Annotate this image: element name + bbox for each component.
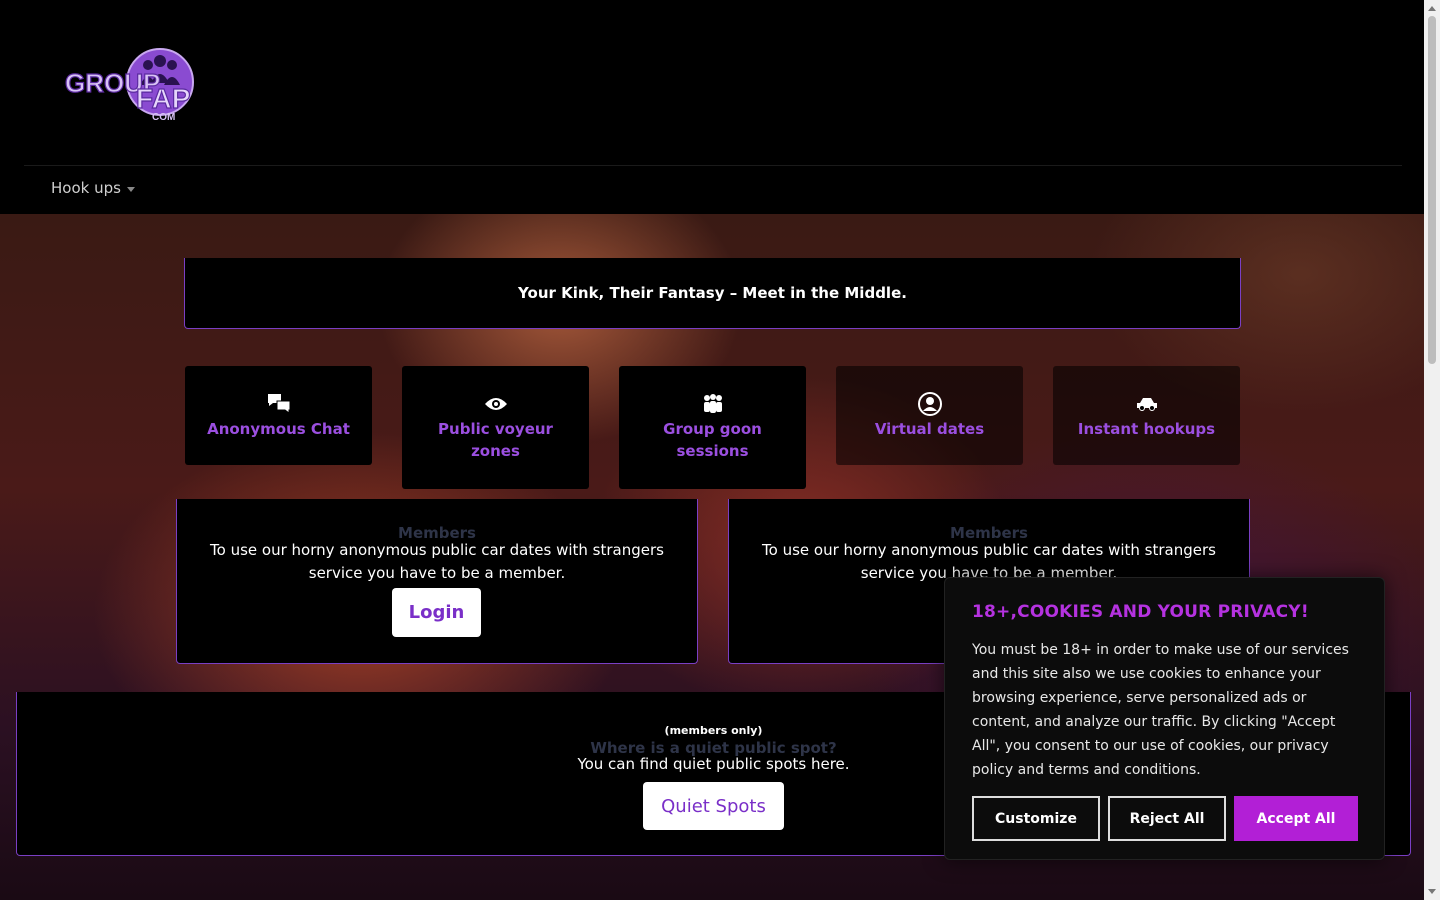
cookie-buttons: Customize Reject All Accept All xyxy=(972,796,1358,841)
reject-all-button[interactable]: Reject All xyxy=(1108,796,1226,841)
cookie-title: 18+,COOKIES AND YOUR PRIVACY! xyxy=(972,602,1309,622)
tile-virtual-dates[interactable]: Virtual dates xyxy=(836,366,1023,465)
login-button[interactable]: Login xyxy=(392,588,481,637)
chat-bubbles-icon xyxy=(266,392,292,416)
tile-label: Group goon sessions xyxy=(663,420,762,460)
nav-hookups-label: Hook ups xyxy=(51,179,121,197)
svg-text:FAP: FAP xyxy=(136,83,190,114)
accept-all-button[interactable]: Accept All xyxy=(1234,796,1358,841)
tile-label: Anonymous Chat xyxy=(207,420,350,438)
header-divider xyxy=(24,165,1402,166)
tile-label: Public voyeur zones xyxy=(438,420,553,460)
tile-label: Virtual dates xyxy=(874,420,985,438)
eye-icon xyxy=(483,392,509,416)
svg-text:COM: COM xyxy=(152,112,175,123)
tagline-text: Your Kink, Their Fantasy – Meet in the M… xyxy=(518,284,907,302)
caret-down-icon xyxy=(126,186,135,192)
nav-hookups-dropdown[interactable]: Hook ups xyxy=(51,179,135,197)
scroll-thumb[interactable] xyxy=(1428,16,1436,364)
scroll-up-arrow-icon[interactable] xyxy=(1428,6,1436,11)
quiet-spots-button[interactable]: Quiet Spots xyxy=(643,782,784,830)
cookie-text: You must be 18+ in order to make use of … xyxy=(972,642,1349,778)
tile-anonymous-chat[interactable]: Anonymous Chat xyxy=(185,366,372,465)
car-icon xyxy=(1134,392,1160,416)
customize-button[interactable]: Customize xyxy=(972,796,1100,841)
scroll-down-arrow-icon[interactable] xyxy=(1428,889,1436,894)
user-circle-icon xyxy=(917,392,943,416)
tile-public-voyeur-zones[interactable]: Public voyeur zones xyxy=(402,366,589,489)
logo-graphic: GROUP FAP COM xyxy=(64,48,194,123)
members-text: To use our horny anonymous public car da… xyxy=(210,541,664,582)
members-box-left: Members To use our horny anonymous publi… xyxy=(176,499,698,664)
tile-group-goon-sessions[interactable]: Group goon sessions xyxy=(619,366,806,489)
tile-label: Instant hookups xyxy=(1077,420,1216,438)
site-header: GROUP FAP COM Hook ups xyxy=(0,0,1424,214)
tagline-banner: Your Kink, Their Fantasy – Meet in the M… xyxy=(184,258,1241,329)
site-logo[interactable]: GROUP FAP COM xyxy=(64,40,194,124)
group-icon xyxy=(700,392,726,416)
cookie-consent-dialog: 18+,COOKIES AND YOUR PRIVACY! You must b… xyxy=(944,577,1385,860)
tile-instant-hookups[interactable]: Instant hookups xyxy=(1053,366,1240,465)
vertical-scrollbar[interactable] xyxy=(1424,0,1440,900)
